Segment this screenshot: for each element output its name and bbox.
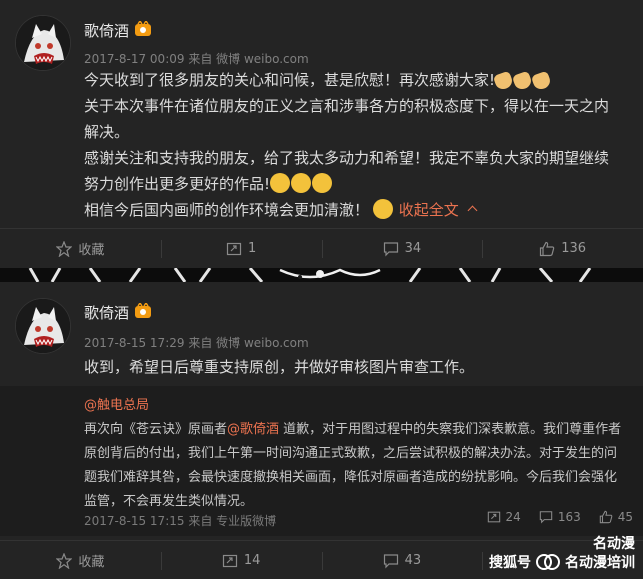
post-line: 解决。: [84, 123, 130, 141]
repost-comment-button[interactable]: 163: [539, 510, 581, 524]
like-button[interactable]: 136: [482, 229, 643, 268]
post-body: 收到，希望日后尊重支持原创，并做好审核图片审查工作。: [84, 354, 639, 380]
repost-icon: [226, 242, 242, 255]
pray-hands-icon: [511, 70, 534, 92]
avatar[interactable]: [15, 298, 71, 354]
mention-link[interactable]: @歌倚酒: [227, 422, 279, 437]
username[interactable]: 歌倚酒: [84, 302, 129, 323]
favorite-button[interactable]: 收藏: [0, 229, 161, 268]
repost-button[interactable]: 14: [160, 541, 322, 579]
post-action-bar: 收藏 1 34 136: [0, 228, 643, 268]
repost-stats: 24 163 45: [487, 510, 633, 524]
post-meta: 2017-8-17 00:09 来自 微博 weibo.com: [84, 52, 309, 66]
post-line: 相信今后国内画师的创作环境会更加清澈！ 收起全文: [84, 197, 639, 223]
username[interactable]: 歌倚酒: [84, 20, 129, 41]
collapse-text-link[interactable]: 收起全文: [399, 201, 459, 219]
avatar[interactable]: [15, 15, 71, 71]
repost-icon: [222, 554, 237, 567]
laughing-emoji-icon: [312, 173, 333, 193]
comment-icon: [383, 553, 398, 568]
star-icon: [56, 240, 73, 257]
repost-like-button[interactable]: 45: [599, 510, 633, 524]
post-body: 今天收到了很多朋友的关心和问候，甚是欣慰！再次感谢大家! 关于本次事件在诸位朋友…: [84, 67, 639, 223]
watermark: 搜狐号 名动漫 名动漫培训: [489, 536, 635, 573]
post-line: 关于本次事件在诸位朋友的正义之言和涉事各方的积极态度下，得以在一天之内: [84, 97, 610, 115]
repost-icon: [487, 511, 500, 523]
weibo-post-1: 歌倚酒 2017-8-17 00:09 来自 微博 weibo.com 今天收到…: [0, 0, 643, 268]
divider-image-strip: [0, 268, 643, 282]
star-icon: [56, 552, 73, 569]
vip-badge-icon[interactable]: [134, 21, 152, 37]
repost-author-link[interactable]: @触电总局: [84, 398, 149, 413]
grin-emoji-icon: [373, 199, 394, 219]
repost-meta: 2017-8-15 17:15 来自 专业版微博: [84, 514, 277, 528]
watermark-sohu-label: 搜狐号: [489, 555, 531, 571]
laughing-emoji-icon: [270, 173, 291, 193]
comment-icon: [383, 241, 398, 256]
chevron-up-icon[interactable]: [467, 205, 478, 216]
watermark-brand: 名动漫培训: [565, 555, 635, 571]
thumbs-up-icon: [599, 510, 613, 524]
post-line: 收到，希望日后尊重支持原创，并做好审核图片审查工作。: [84, 358, 475, 376]
laughing-emoji-icon: [291, 173, 312, 193]
reposted-post: @触电总局 再次向《苍云诀》原画者@歌倚酒 道歉，对于用图过程中的失察我们深表歉…: [0, 386, 643, 536]
repost-button[interactable]: 1: [160, 229, 322, 268]
vip-badge-icon[interactable]: [134, 303, 152, 319]
post-line: 感谢关注和支持我的朋友，给了我太多动力和希望！我定不辜负大家的期望继续: [84, 149, 610, 167]
pray-hands-icon: [530, 70, 553, 92]
repost-body: @触电总局 再次向《苍云诀》原画者@歌倚酒 道歉，对于用图过程中的失察我们深表歉…: [84, 398, 622, 509]
weibo-post-2: 歌倚酒 2017-8-15 17:29 来自 微博 weibo.com 收到，希…: [0, 282, 643, 579]
pray-hands-icon: [492, 70, 515, 92]
comment-button[interactable]: 34: [321, 229, 483, 268]
post-line: 努力创作出更多更好的作品!: [84, 171, 639, 197]
thumbs-up-icon: [540, 241, 555, 256]
repost-repost-button[interactable]: 24: [487, 510, 521, 524]
post-meta: 2017-8-15 17:29 来自 微博 weibo.com: [84, 336, 309, 350]
post-line: 今天收到了很多朋友的关心和问候，甚是欣慰！再次感谢大家!: [84, 67, 639, 93]
favorite-button[interactable]: 收藏: [0, 541, 161, 579]
watermark-brand-top: 名动漫: [593, 536, 635, 552]
comment-button[interactable]: 43: [321, 541, 483, 579]
watermark-logo-icon: [536, 554, 560, 570]
comment-icon: [539, 511, 553, 524]
